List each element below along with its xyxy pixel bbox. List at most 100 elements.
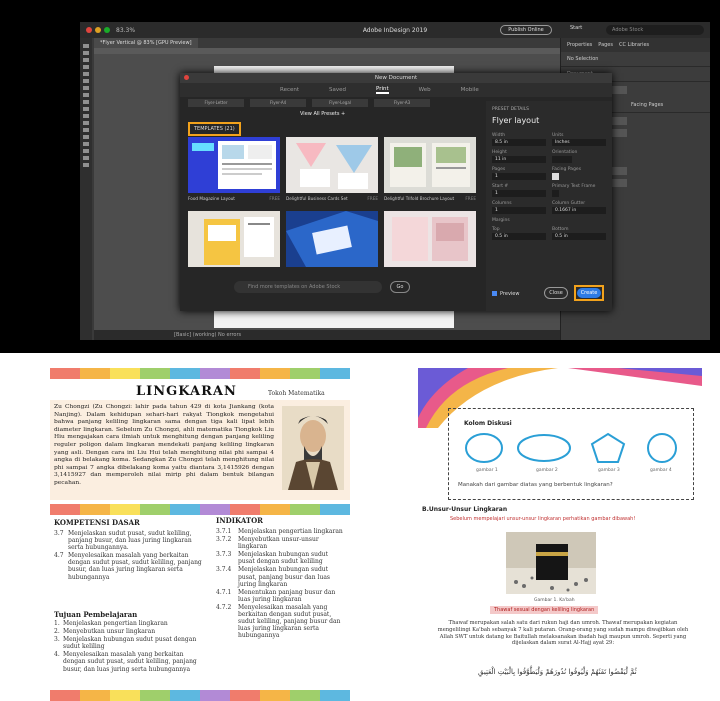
find-templates-input[interactable]: Find more templates on Adobe Stock (234, 281, 382, 293)
indikator-heading: INDIKATOR (216, 516, 263, 525)
list-item: 4.7 Menyelesaikan masalah yang berkaitan … (54, 552, 202, 581)
rectangle-frame-tool-icon[interactable] (83, 100, 89, 104)
photo-caption: Gambar 1. Ka'bah (534, 598, 575, 603)
orientation-toggle[interactable] (552, 156, 572, 163)
preview-checkbox[interactable]: Preview (492, 291, 519, 297)
templates-header: TEMPLATES (21) (188, 122, 241, 136)
width-field[interactable]: 8.5 in (492, 139, 546, 146)
list-item: 3.7.3 Menjelaskan hubungan sudut pusat de… (216, 551, 329, 566)
close-dialog-icon[interactable] (184, 75, 189, 80)
columns-field[interactable]: 1 (492, 207, 546, 214)
zoom-window-icon[interactable] (104, 27, 110, 33)
direct-selection-tool-icon[interactable] (83, 51, 89, 55)
circle-shape (647, 433, 677, 463)
tab-recent[interactable]: Recent (280, 87, 299, 93)
pen-tool-icon[interactable] (83, 86, 89, 90)
transform-tool-icon[interactable] (83, 121, 89, 125)
create-button[interactable]: Create (577, 288, 601, 298)
tab-print[interactable]: Print (376, 86, 389, 94)
pages-field[interactable]: 1 (492, 173, 546, 180)
hand-tool-icon[interactable] (83, 149, 89, 153)
no-selection-label: No Selection (561, 52, 710, 67)
document-tab[interactable]: *Flyer Vertical @ 83% [GPU Preview] (94, 38, 198, 48)
template-card[interactable]: Delightful Business Cards Set FREE (286, 137, 378, 209)
zoom-tool-icon[interactable] (83, 156, 89, 160)
template-thumbnail (384, 137, 476, 193)
window-controls (86, 27, 110, 33)
list-item: 3.7.2 Menyebutkan unsur-unsur lingkaran (216, 536, 319, 551)
template-card[interactable] (188, 211, 280, 283)
quran-verse: ثُمَّ لْيَقْضُوا تَفَثَهُمْ وَلْيُوفُوا … (478, 668, 637, 676)
close-button[interactable]: Close (544, 287, 568, 299)
color-stripes-middle (50, 504, 350, 515)
status-bar: [Basic] (working) No errors (94, 330, 564, 340)
line-tool-icon[interactable] (83, 79, 89, 83)
tab-pages[interactable]: Pages (598, 42, 613, 48)
tab-web[interactable]: Web (419, 87, 431, 93)
free-badge: FREE (465, 196, 476, 201)
column-gutter-field[interactable]: 0.1667 in (552, 207, 606, 214)
view-all-presets-link[interactable]: View All Presets + (300, 111, 345, 117)
preset-name-field[interactable]: Flyer layout (492, 116, 606, 125)
close-window-icon[interactable] (86, 27, 92, 33)
scissors-tool-icon[interactable] (83, 114, 89, 118)
template-card[interactable] (384, 211, 476, 283)
go-button[interactable]: Go (390, 281, 410, 293)
top-margin-label: Top (492, 227, 500, 232)
ellipse-shape (517, 434, 571, 462)
list-item: 4.7.2 Menyelesaikan masalah yang berkaita… (216, 603, 341, 640)
page-title: LINGKARAN (136, 384, 237, 399)
gap-tool-icon[interactable] (83, 65, 89, 69)
note-tool-icon[interactable] (83, 135, 89, 139)
lingkaran-worksheet-page: LINGKARAN Tokoh Matematika Zu Chongzi (Z… (50, 368, 350, 701)
thawaf-paragraph: Thawaf merupakan salah satu dari rukun h… (437, 620, 689, 647)
shape-caption: gambar 2 (536, 468, 558, 473)
template-card[interactable] (286, 211, 378, 283)
template-card[interactable]: Food Magazine Layout FREE (188, 137, 280, 209)
tujuan-pembelajaran-list: 1. Menjelaskan pengertian lingkaran 2. Men… (54, 620, 206, 674)
tokoh-label: Tokoh Matematika (268, 390, 325, 397)
page-tool-icon[interactable] (83, 58, 89, 62)
zu-chongzi-portrait (282, 406, 344, 490)
start-page-field[interactable]: 1 (492, 190, 546, 197)
primary-text-frame-checkbox[interactable] (552, 190, 559, 197)
color-stripes-top (50, 368, 350, 379)
zoom-level[interactable]: 83.3% (116, 27, 135, 34)
template-card[interactable]: Delightful Trifold Brochure Layout FREE (384, 137, 476, 209)
units-select[interactable]: Inches (552, 139, 606, 146)
minimize-window-icon[interactable] (95, 27, 101, 33)
preset-details-panel: PRESET DETAILS Flyer layout Width 8.5 in … (486, 101, 612, 311)
indesign-screenshot: 83.3% Adobe InDesign 2019 Publish Online… (0, 0, 720, 353)
bottom-margin-field[interactable]: 0.5 in (552, 233, 606, 240)
gradient-tool-icon[interactable] (83, 128, 89, 132)
tab-cc-libraries[interactable]: CC Libraries (619, 42, 649, 48)
type-tool-icon[interactable] (83, 72, 89, 76)
indesign-window: 83.3% Adobe InDesign 2019 Publish Online… (80, 22, 710, 340)
shape-caption: gambar 4 (650, 468, 672, 473)
rectangle-tool-icon[interactable] (83, 107, 89, 111)
preview-label: Preview (500, 291, 520, 297)
shape-caption: gambar 3 (598, 468, 620, 473)
tab-mobile[interactable]: Mobile (461, 87, 479, 93)
tools-panel (80, 38, 92, 340)
checkbox-checked-icon (492, 291, 497, 296)
workspace-dropdown[interactable]: Start (570, 25, 582, 31)
templates-area: View All Presets + TEMPLATES (21) Food M… (180, 105, 480, 311)
eyedropper-tool-icon[interactable] (83, 142, 89, 146)
publish-online-button[interactable]: Publish Online (500, 25, 552, 35)
shapes-row (465, 432, 677, 463)
app-menubar: 83.3% Adobe InDesign 2019 Publish Online… (80, 22, 710, 38)
shape-caption: gambar 1 (476, 468, 498, 473)
top-margin-field[interactable]: 0.5 in (492, 233, 546, 240)
tab-properties[interactable]: Properties (567, 42, 592, 48)
tab-saved[interactable]: Saved (329, 87, 346, 93)
fill-stroke-icon[interactable] (83, 163, 89, 167)
stock-search-input[interactable]: Adobe Stock (606, 25, 704, 35)
height-field[interactable]: 11 in (492, 156, 546, 163)
pages-label: Pages (492, 167, 506, 172)
template-thumbnail (286, 211, 378, 267)
pencil-tool-icon[interactable] (83, 93, 89, 97)
kaaba-photo (506, 532, 596, 594)
selection-tool-icon[interactable] (83, 44, 89, 48)
facing-pages-checkbox[interactable] (552, 173, 559, 180)
